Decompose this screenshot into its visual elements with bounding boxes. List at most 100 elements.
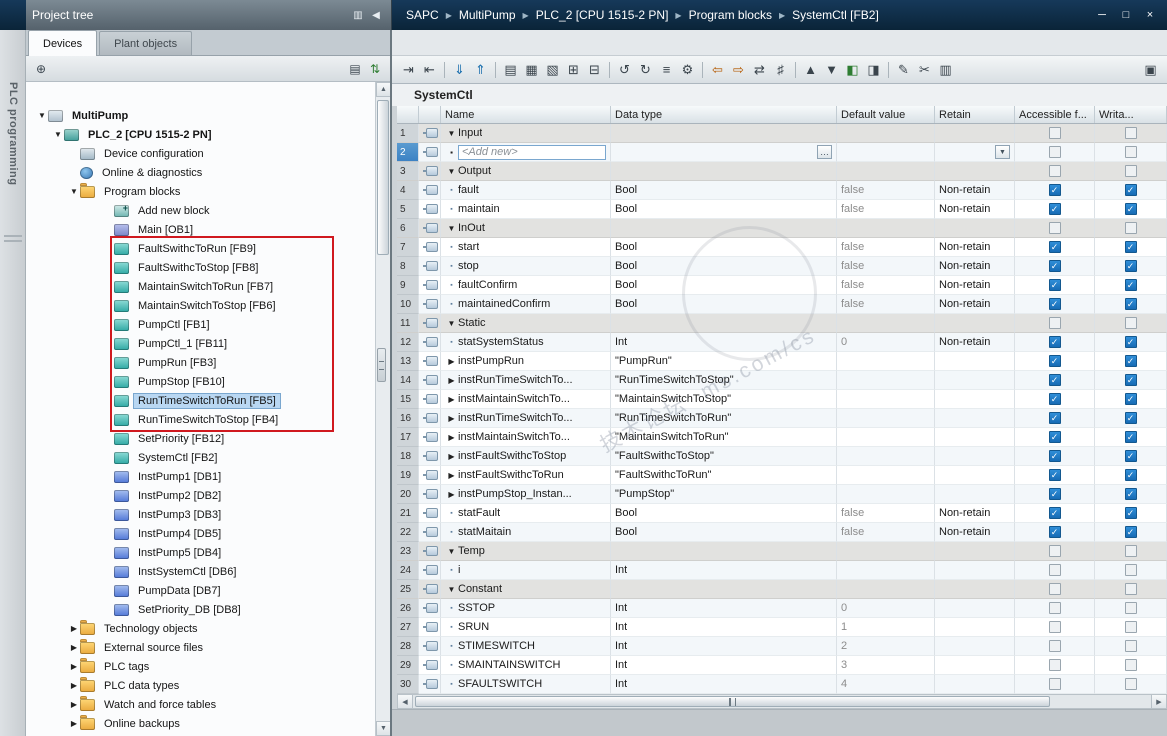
writable-checkbox[interactable]: ✓ xyxy=(1124,184,1137,196)
add-new-combo[interactable]: <Add new> xyxy=(458,144,606,160)
tree-item[interactable]: Add new block xyxy=(26,201,375,220)
expand-instance-icon[interactable]: ▶ xyxy=(445,471,458,480)
retain-cell[interactable]: Non-retain xyxy=(935,257,1015,276)
section-collapse-icon[interactable]: ▼ xyxy=(445,547,458,556)
data-type-cell[interactable]: "RunTimeSwitchToRun" xyxy=(611,409,837,428)
accessible-checkbox[interactable] xyxy=(1048,222,1061,234)
table-row[interactable]: 21 ▪ statFault Bool false Non-retain ✓ ✓ xyxy=(397,504,1167,523)
writable-cell[interactable]: ✓ xyxy=(1095,295,1167,314)
writable-cell[interactable] xyxy=(1095,618,1167,637)
variable-name-cell[interactable]: ▶ instFaultSwithcToRun xyxy=(441,466,611,485)
variable-name-cell[interactable]: ▶ instRunTimeSwitchTo... xyxy=(441,409,611,428)
accessible-checkbox[interactable]: ✓ xyxy=(1048,374,1061,386)
retain-cell[interactable]: Non-retain xyxy=(935,200,1015,219)
accessible-checkbox[interactable] xyxy=(1048,165,1061,177)
default-value-cell[interactable] xyxy=(837,580,935,599)
variable-name-cell[interactable]: ▪ statFault xyxy=(441,504,611,523)
accessible-cell[interactable] xyxy=(1015,656,1095,675)
tree-item[interactable]: PumpData [DB7] xyxy=(26,581,375,600)
writable-checkbox[interactable]: ✓ xyxy=(1124,450,1137,462)
writable-cell[interactable]: ✓ xyxy=(1095,485,1167,504)
compile-icon[interactable]: ⚙ xyxy=(677,59,698,80)
accessible-cell[interactable]: ✓ xyxy=(1015,428,1095,447)
table-row[interactable]: 11 ▼ Static xyxy=(397,314,1167,333)
default-value-cell[interactable]: false xyxy=(837,276,935,295)
variable-name-cell[interactable]: ▪ STIMESWITCH xyxy=(441,637,611,656)
close-button[interactable]: × xyxy=(1139,6,1161,24)
scroll-down-icon[interactable]: ▼ xyxy=(376,721,390,736)
writable-cell[interactable]: ✓ xyxy=(1095,276,1167,295)
data-type-cell[interactable]: Bool xyxy=(611,257,837,276)
variable-name-cell[interactable]: ▶ instMaintainSwitchTo... xyxy=(441,390,611,409)
variable-name-cell[interactable]: ▪ statMaitain xyxy=(441,523,611,542)
expander-icon[interactable]: ▼ xyxy=(36,111,48,120)
table-row[interactable]: 24 ▪ i Int xyxy=(397,561,1167,580)
accessible-checkbox[interactable] xyxy=(1048,564,1061,576)
tab-plant-objects[interactable]: Plant objects xyxy=(99,31,193,55)
variable-name-cell[interactable]: ▪ SFAULTSWITCH xyxy=(441,675,611,694)
retain-cell[interactable] xyxy=(935,219,1015,238)
writable-cell[interactable]: ✓ xyxy=(1095,238,1167,257)
data-type-cell[interactable]: "FaultSwithcToStop" xyxy=(611,447,837,466)
expander-icon[interactable]: ▶ xyxy=(68,643,80,652)
writable-cell[interactable]: ✓ xyxy=(1095,181,1167,200)
writable-checkbox[interactable]: ✓ xyxy=(1124,507,1137,519)
table-row[interactable]: 17 ▶ instMaintainSwitchTo... "MaintainSwitc… xyxy=(397,428,1167,447)
expander-icon[interactable]: ▶ xyxy=(68,662,80,671)
table-row[interactable]: 19 ▶ instFaultSwithcToRun "FaultSwithcToRun… xyxy=(397,466,1167,485)
tree-item[interactable]: InstPump1 [DB1] xyxy=(26,467,375,486)
accessible-cell[interactable] xyxy=(1015,542,1095,561)
table-row[interactable]: 23 ▼ Temp xyxy=(397,542,1167,561)
writable-checkbox[interactable] xyxy=(1124,678,1137,690)
accessible-checkbox[interactable]: ✓ xyxy=(1048,298,1061,310)
minimize-button[interactable]: ─ xyxy=(1091,6,1113,24)
default-value-cell[interactable] xyxy=(837,561,935,580)
accessible-checkbox[interactable] xyxy=(1048,659,1061,671)
writable-cell[interactable]: ✓ xyxy=(1095,428,1167,447)
accessible-checkbox[interactable]: ✓ xyxy=(1048,184,1061,196)
col-default-value[interactable]: Default value xyxy=(837,106,935,123)
delete-network-icon[interactable]: ▼ xyxy=(821,59,842,80)
expander-icon[interactable]: ▶ xyxy=(68,624,80,633)
accessible-checkbox[interactable] xyxy=(1048,317,1061,329)
plc-programming-strip[interactable]: PLC programming xyxy=(0,30,26,736)
tree-item[interactable]: RunTimeSwitchToRun [FB5] xyxy=(26,391,375,410)
breadcrumb-item[interactable]: MultiPump xyxy=(455,8,520,22)
retain-cell[interactable]: Non-retain xyxy=(935,181,1015,200)
table-row[interactable]: 13 ▶ instPumpRun "PumpRun" ✓ ✓ xyxy=(397,352,1167,371)
accessible-checkbox[interactable] xyxy=(1048,678,1061,690)
tree-item[interactable]: MaintainSwitchToStop [FB6] xyxy=(26,296,375,315)
panel-options-icon[interactable]: ▥ xyxy=(349,7,367,23)
writable-checkbox[interactable]: ✓ xyxy=(1124,241,1137,253)
tree-scrollbar[interactable]: ▲ ▼ xyxy=(375,82,390,736)
data-type-cell[interactable]: … xyxy=(611,143,837,162)
scroll-left-icon[interactable]: ◀ xyxy=(398,695,413,708)
writable-checkbox[interactable]: ✓ xyxy=(1124,374,1137,386)
writable-checkbox[interactable]: ✓ xyxy=(1124,412,1137,424)
accessible-cell[interactable]: ✓ xyxy=(1015,371,1095,390)
table-row[interactable]: 20 ▶ instPumpStop_Instan... "PumpStop" ✓ ✓ xyxy=(397,485,1167,504)
table-row[interactable]: 9 ▪ faultConfirm Bool false Non-retain ✓ ✓ xyxy=(397,276,1167,295)
data-type-cell[interactable]: Bool xyxy=(611,238,837,257)
writable-cell[interactable] xyxy=(1095,219,1167,238)
retain-cell[interactable]: Non-retain xyxy=(935,523,1015,542)
monitor-icon[interactable]: ◧ xyxy=(842,59,863,80)
tab-devices[interactable]: Devices xyxy=(28,30,98,56)
accessible-cell[interactable]: ✓ xyxy=(1015,447,1095,466)
tree-item[interactable]: SetPriority_DB [DB8] xyxy=(26,600,375,619)
accessible-checkbox[interactable] xyxy=(1048,621,1061,633)
retain-cell[interactable]: ▼ xyxy=(935,143,1015,162)
tree-item[interactable]: Online & diagnostics xyxy=(26,163,375,182)
variable-name-cell[interactable]: ▪ SSTOP xyxy=(441,599,611,618)
data-type-cell[interactable]: Int xyxy=(611,599,837,618)
expand-instance-icon[interactable]: ▶ xyxy=(445,452,458,461)
accessible-cell[interactable]: ✓ xyxy=(1015,238,1095,257)
writable-checkbox[interactable]: ✓ xyxy=(1124,431,1137,443)
writable-cell[interactable] xyxy=(1095,580,1167,599)
table-row[interactable]: 25 ▼ Constant xyxy=(397,580,1167,599)
expand-instance-icon[interactable]: ▶ xyxy=(445,433,458,442)
writable-checkbox[interactable] xyxy=(1124,564,1137,576)
retain-dropdown-icon[interactable]: ▼ xyxy=(995,145,1010,159)
writable-cell[interactable] xyxy=(1095,561,1167,580)
variable-name-cell[interactable]: ▪ stop xyxy=(441,257,611,276)
